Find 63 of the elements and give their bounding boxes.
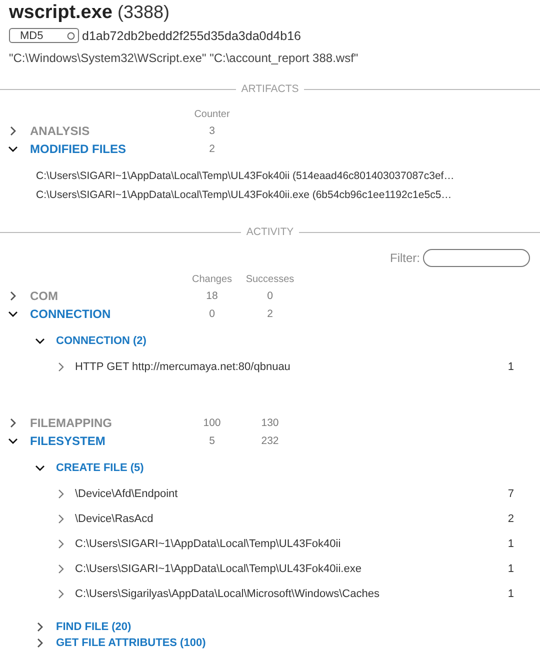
chevron-down-icon[interactable] [35,463,45,473]
event-label[interactable]: \Device\Afd\Endpoint [75,488,508,500]
chevron-right-icon[interactable] [8,126,18,136]
chevron-right-icon[interactable] [56,588,66,598]
section-title: ARTIFACTS [240,83,300,95]
chevron-right-icon[interactable] [56,362,66,372]
counter-value: 0 [266,290,274,302]
counter-value: 2 [266,308,274,320]
counter-value: 18 [205,290,219,302]
chevron-right-icon[interactable] [56,564,66,574]
chevron-right-icon[interactable] [35,622,45,632]
file-path: C:\Users\SIGARI~1\AppData\Local\Temp\UL43Fok40ii.exe (6b54cb96c1ee1192c1e5c5… [36,188,453,203]
dropdown-circle-icon [67,32,75,40]
column-header: Successes [244,273,296,287]
counter-value: 100 [202,417,222,429]
filter-field[interactable] [423,249,530,267]
event-count: 2 [508,512,514,524]
counter-value: 0 [208,308,216,320]
group-label[interactable]: CREATE FILE (5) [56,462,144,474]
category-label[interactable]: COM [30,289,183,303]
event-count: 1 [508,588,514,600]
filter-label: Filter: [390,251,420,265]
event-label[interactable]: HTTP GET http://mercumaya.net:80/qbnuau [75,360,508,372]
counter-value: 232 [260,435,280,447]
process-name: wscript.exe [9,2,112,23]
command-line: "C:\Windows\System32\WScript.exe" "C:\account_report 388.wsf" [8,51,360,65]
counter-value: 5 [208,435,216,447]
category-label[interactable]: ANALYSIS [30,124,183,138]
group-label[interactable]: GET FILE ATTRIBUTES (100) [56,637,206,649]
column-header: Counter [193,108,231,122]
counter-value: 2 [208,143,216,155]
event-label[interactable]: C:\Users\Sigarilyas\AppData\Local\Microsoft\Windows\Caches [75,588,508,600]
chevron-right-icon[interactable] [8,291,18,301]
event-count: 1 [508,562,514,574]
event-count: 7 [508,488,514,500]
category-label[interactable]: CONNECTION [30,307,183,321]
hash-value: d1ab72db2bedd2f255d35da3da0d4b16 [82,28,301,42]
category-label[interactable]: MODIFIED FILES [30,142,183,156]
column-header: Changes [190,273,234,287]
category-label[interactable]: FILEMAPPING [30,416,183,430]
event-label[interactable]: \Device\RasAcd [75,512,508,524]
chevron-right-icon[interactable] [56,538,66,548]
category-label[interactable]: FILESYSTEM [30,434,183,448]
chevron-right-icon[interactable] [8,418,18,428]
chevron-down-icon[interactable] [8,144,18,154]
chevron-right-icon[interactable] [56,514,66,524]
group-label[interactable]: FIND FILE (20) [56,621,132,633]
counter-value: 130 [260,417,280,429]
counter-value: 3 [208,125,216,137]
chevron-down-icon[interactable] [8,436,18,446]
hash-type-dropdown[interactable]: MD5 [9,28,79,43]
chevron-right-icon[interactable] [35,638,45,648]
process-id: (3388) [118,2,170,22]
file-path: C:\Users\SIGARI~1\AppData\Local\Temp\UL43Fok40ii (514eaad46c801403037087c3ef… [36,169,456,184]
event-count: 1 [508,538,514,550]
chevron-down-icon[interactable] [8,309,18,319]
chevron-right-icon[interactable] [56,488,66,498]
section-title: ACTIVITY [245,226,295,238]
event-label[interactable]: C:\Users\SIGARI~1\AppData\Local\Temp\UL43Fok40ii.exe [75,562,508,574]
chevron-down-icon[interactable] [35,336,45,346]
group-label[interactable]: CONNECTION (2) [56,335,146,347]
event-count: 1 [508,360,514,372]
event-label[interactable]: C:\Users\SIGARI~1\AppData\Local\Temp\UL43Fok40ii [75,538,508,550]
